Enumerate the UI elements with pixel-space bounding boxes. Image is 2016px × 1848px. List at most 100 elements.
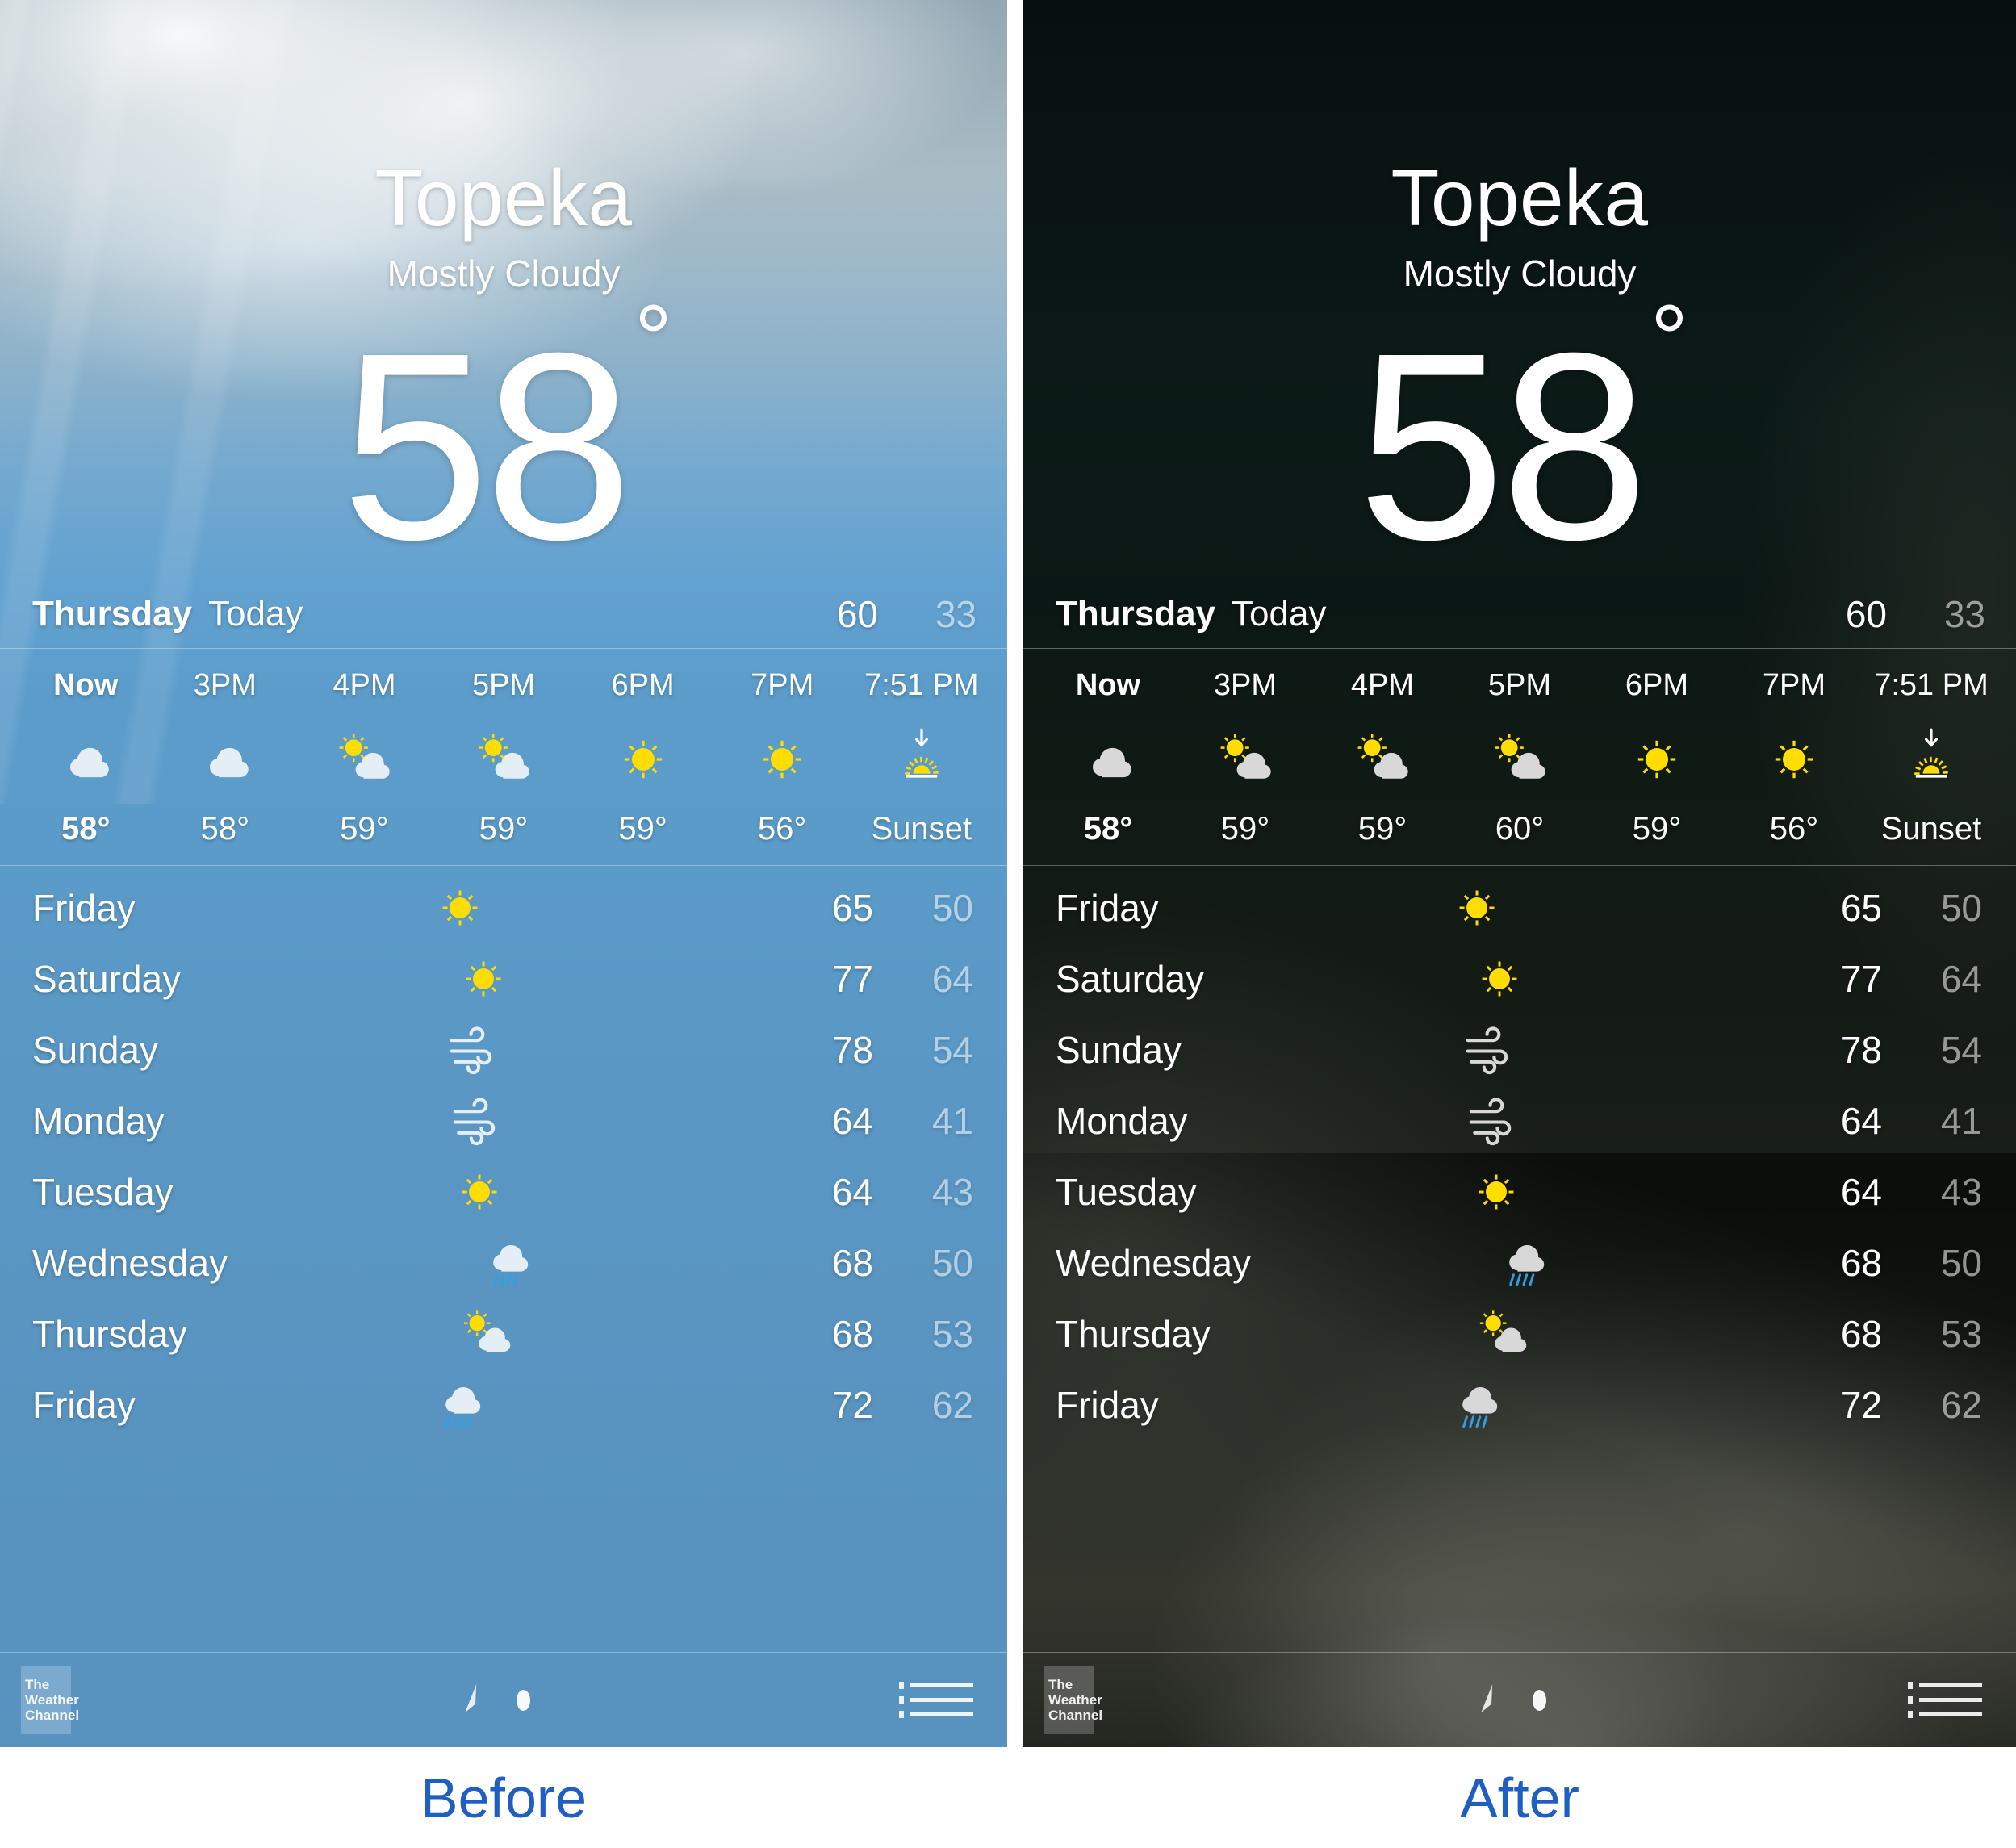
daily-row[interactable]: Thursday 68 53: [1023, 1298, 2016, 1369]
daily-row[interactable]: Wednesday 68 50: [0, 1227, 1007, 1298]
caption-before: Before: [0, 1747, 1007, 1848]
daily-row[interactable]: Saturday 77 64: [1023, 943, 2016, 1014]
hourly-temp: 58°: [61, 811, 111, 847]
wind-icon: [427, 1091, 524, 1151]
weather-channel-logo-line: Weather: [25, 1691, 79, 1708]
daily-high-temp: 68: [831, 1313, 873, 1355]
daily-row[interactable]: Wednesday 68 50: [1023, 1227, 2016, 1298]
hourly-time: 5PM: [471, 668, 536, 702]
daily-day-name: Sunday: [32, 1029, 159, 1071]
daily-day-name: Saturday: [32, 958, 182, 1000]
sun-cloud-icon: [1350, 721, 1415, 798]
caption-after: After: [1023, 1747, 2016, 1848]
hourly-cell[interactable]: 6PM 59°: [1588, 668, 1725, 847]
caption-label: Before: [420, 1766, 588, 1829]
page-indicator-dot[interactable]: [1532, 1689, 1546, 1711]
hourly-cell[interactable]: 4PM 59°: [295, 668, 434, 847]
page-indicator-dot[interactable]: [516, 1689, 530, 1711]
daily-high-temp: 65: [831, 887, 873, 929]
sun-cloud-icon: [332, 721, 396, 798]
daily-low-temp: 41: [1940, 1100, 1982, 1142]
screen-content: Topeka Mostly Cloudy 58° Thursday Today 60 33 N…: [1023, 0, 2016, 1747]
daily-high-temp: 64: [1840, 1171, 1882, 1213]
daily-low-temp: 62: [1940, 1384, 1982, 1426]
current-temperature: 58°: [1357, 291, 1688, 579]
hourly-cell[interactable]: 7PM 56°: [713, 668, 852, 847]
sun-cloud-icon: [1487, 721, 1552, 798]
hourly-temp: Sunset: [871, 811, 972, 847]
hourly-temp: 59°: [618, 811, 667, 847]
list-icon[interactable]: [1908, 1682, 1982, 1718]
daily-day-name: Thursday: [32, 1313, 187, 1355]
rain-cloud-icon: [412, 1375, 508, 1435]
daily-row[interactable]: Saturday 77 64: [0, 943, 1007, 1014]
condition-text: Mostly Cloudy: [1403, 253, 1637, 295]
bottom-toolbar: The Weather Channel: [0, 1652, 1007, 1747]
daily-low-temp: 53: [931, 1313, 973, 1355]
daily-low-temp: 54: [1940, 1029, 1982, 1071]
daily-day-name: Wednesday: [1056, 1242, 1252, 1284]
daily-high-temp: 64: [831, 1100, 873, 1142]
hourly-cell[interactable]: 5PM 59°: [434, 668, 574, 847]
rain-cloud-icon: [459, 1233, 556, 1293]
daily-row[interactable]: Monday 64 41: [0, 1085, 1007, 1156]
hourly-temp: Sunset: [1880, 811, 1982, 847]
daily-row[interactable]: Friday 65 50: [0, 872, 1007, 943]
caption-label: After: [1460, 1766, 1579, 1829]
cloud-icon: [193, 721, 257, 798]
wind-icon: [1443, 1091, 1540, 1151]
list-icon[interactable]: [899, 1682, 973, 1718]
today-label: Today: [208, 593, 303, 633]
daily-high-temp: 68: [1840, 1242, 1882, 1284]
hourly-cell[interactable]: 7:51 PM Sunset: [851, 668, 991, 847]
daily-row[interactable]: Sunday 78 54: [1023, 1014, 2016, 1085]
hourly-cell[interactable]: Now 58°: [1039, 668, 1177, 847]
daily-day-name: Friday: [1056, 1384, 1159, 1426]
hourly-temp: 59°: [479, 811, 529, 847]
location-arrow-icon[interactable]: [452, 1677, 499, 1724]
daily-row[interactable]: Tuesday 64 43: [0, 1156, 1007, 1227]
daily-low-temp: 43: [931, 1171, 973, 1213]
panel-divider: [1007, 0, 1023, 1848]
hourly-cell[interactable]: 5PM 60°: [1451, 668, 1588, 847]
daily-low-temp: 64: [931, 958, 973, 1000]
hourly-cell[interactable]: 3PM 58°: [156, 668, 295, 847]
hourly-cell[interactable]: 4PM 59°: [1314, 668, 1451, 847]
hourly-time: 7:51 PM: [864, 668, 979, 702]
weather-channel-logo-line: The: [1048, 1676, 1073, 1692]
today-high-temp: 60: [1845, 592, 1887, 635]
hourly-cell[interactable]: 7PM 56°: [1725, 668, 1863, 847]
daily-row[interactable]: Tuesday 64 43: [1023, 1156, 2016, 1227]
hourly-time: 3PM: [1213, 668, 1278, 702]
hourly-cell[interactable]: Now 58°: [16, 668, 156, 847]
hourly-cell[interactable]: 3PM 59°: [1177, 668, 1314, 847]
sun-icon: [412, 878, 508, 938]
list-icon-line: [899, 1711, 973, 1718]
wind-icon: [424, 1020, 521, 1080]
daily-low-temp: 50: [1940, 887, 1982, 929]
weather-channel-logo: The Weather Channel: [1044, 1666, 1102, 1734]
daily-forecast-list: Friday 65 50 Saturday 77 64 Sunday 78 54 Monda…: [0, 866, 1007, 1652]
hourly-forecast-strip[interactable]: Now 58° 3PM 58° 4PM 59° 5PM 59° 6PM 59° 7PM 5…: [0, 649, 1007, 866]
list-icon-line: [899, 1682, 973, 1689]
hourly-cell[interactable]: 6PM 59°: [573, 668, 713, 847]
hourly-forecast-strip[interactable]: Now 58° 3PM 59° 4PM 59° 5PM 60° 6PM 59° 7PM 5…: [1023, 649, 2016, 866]
degree-symbol: °: [1650, 286, 1689, 392]
daily-low-temp: 53: [1940, 1313, 1982, 1355]
daily-row[interactable]: Friday 72 62: [1023, 1369, 2016, 1440]
daily-low-temp: 41: [931, 1100, 973, 1142]
page-indicator[interactable]: [1094, 1677, 1919, 1724]
daily-row[interactable]: Thursday 68 53: [0, 1298, 1007, 1369]
daily-row[interactable]: Sunday 78 54: [0, 1014, 1007, 1085]
page-indicator[interactable]: [71, 1677, 910, 1724]
daily-row[interactable]: Monday 64 41: [1023, 1085, 2016, 1156]
hourly-cell[interactable]: 7:51 PM Sunset: [1863, 668, 2000, 847]
daily-row[interactable]: Friday 72 62: [0, 1369, 1007, 1440]
hourly-time: 7PM: [1762, 668, 1826, 702]
today-day-name: Thursday: [32, 593, 193, 633]
rain-cloud-icon: [1428, 1375, 1525, 1435]
daily-day-name: Friday: [32, 1384, 136, 1426]
daily-row[interactable]: Friday 65 50: [1023, 872, 2016, 943]
today-low-temp: 33: [1943, 592, 1985, 635]
location-arrow-icon[interactable]: [1468, 1677, 1515, 1724]
